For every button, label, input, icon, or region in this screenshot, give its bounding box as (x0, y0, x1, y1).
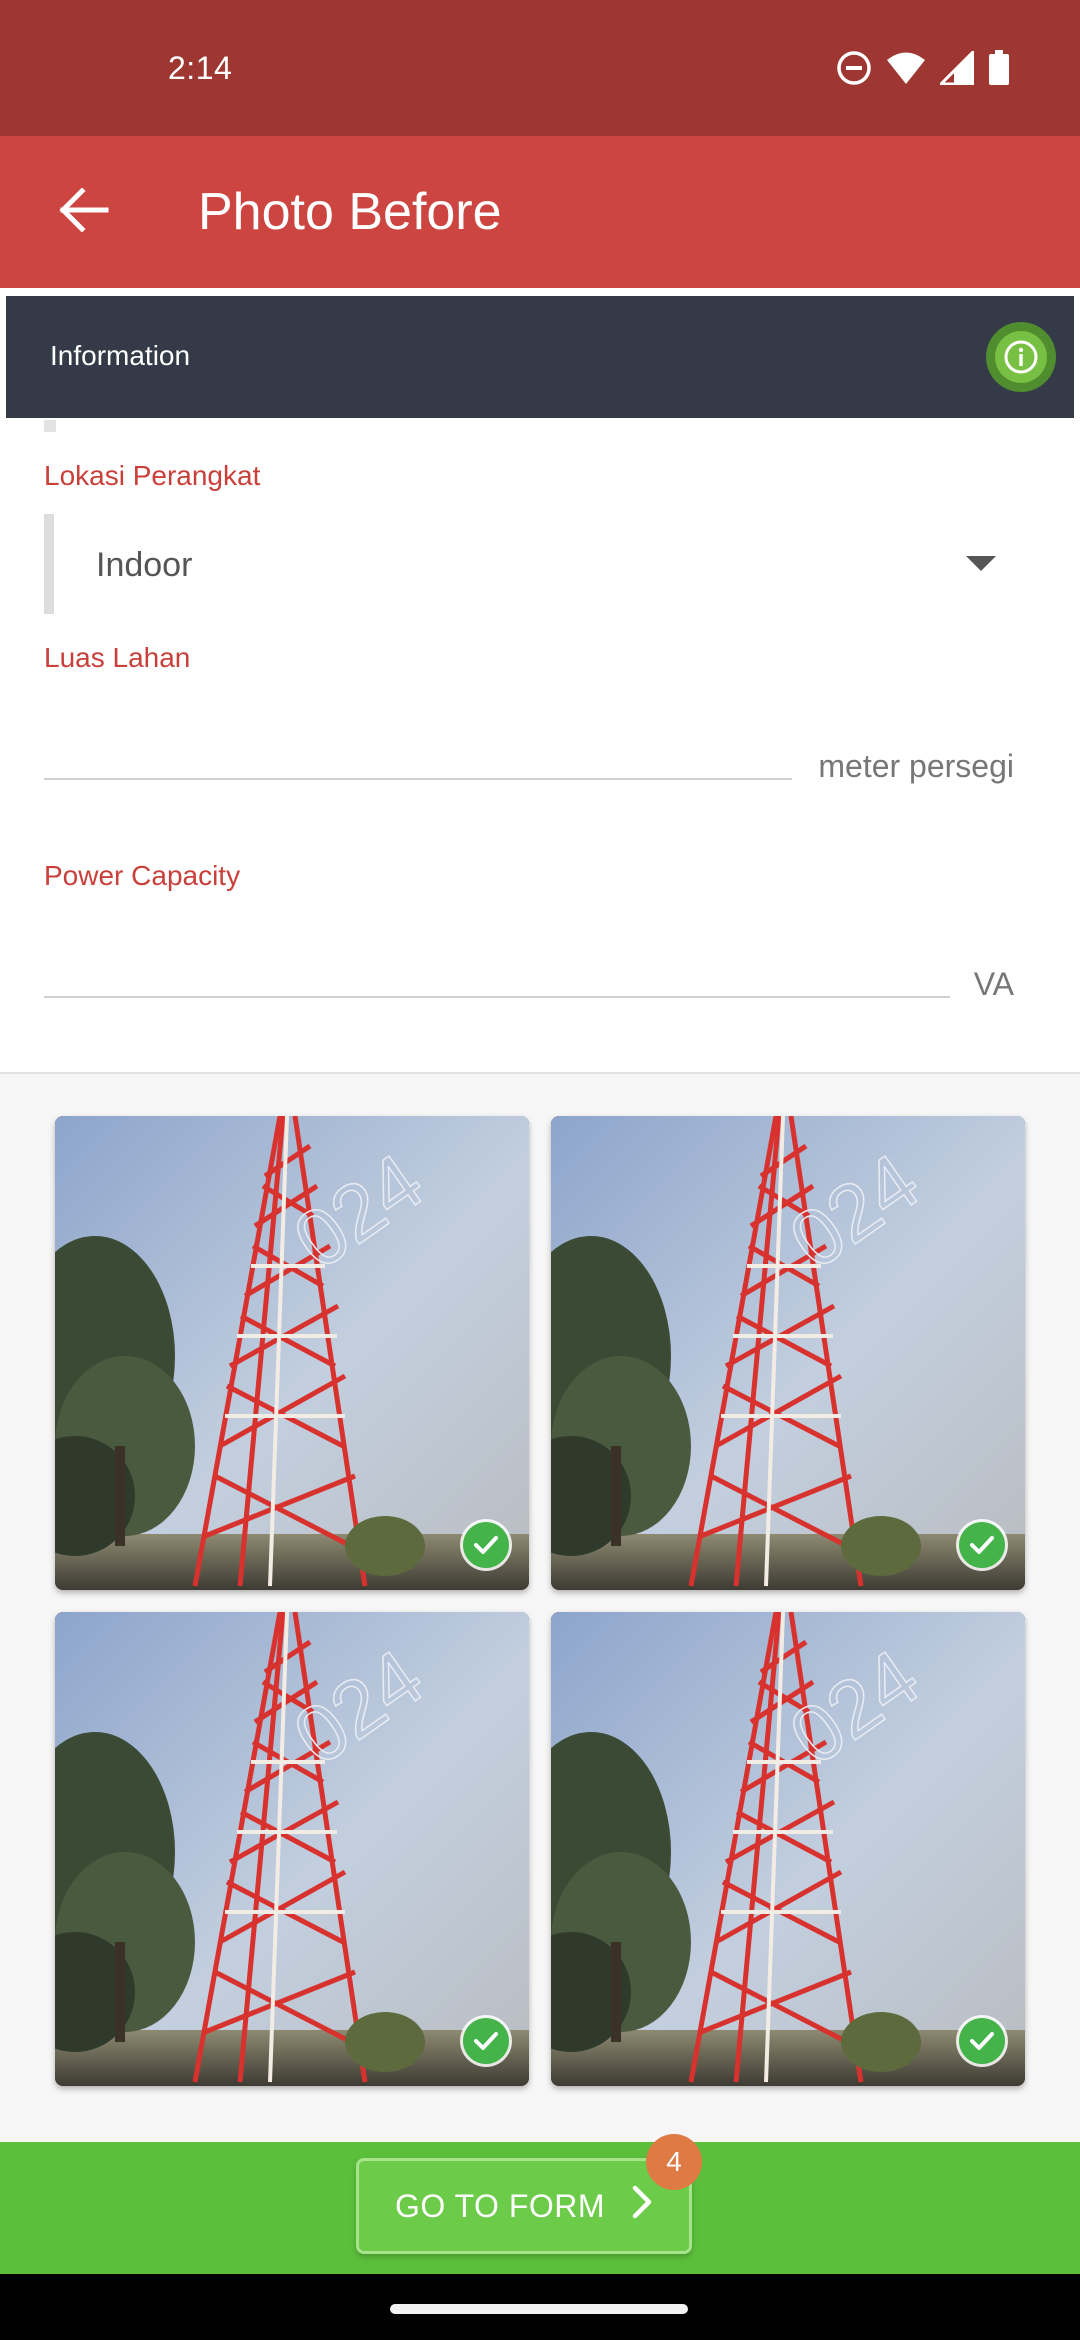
do-not-disturb-icon (836, 50, 872, 91)
information-panel[interactable]: Information (6, 296, 1074, 418)
home-indicator[interactable] (390, 2304, 688, 2314)
dropdown-arrow-icon (966, 556, 996, 571)
app-bar: Photo Before (0, 136, 1080, 288)
system-navigation-bar (0, 2274, 1080, 2340)
tower-photo-image: 024 (55, 1116, 529, 1590)
check-icon (463, 1522, 509, 1568)
check-icon (463, 2018, 509, 2064)
power-capacity-label: Power Capacity (44, 860, 241, 891)
status-bar: 2:14 (0, 0, 1080, 136)
back-button[interactable] (44, 172, 124, 252)
photo-thumbnail-4[interactable]: 024 (551, 1612, 1025, 2086)
arrow-back-icon (59, 186, 109, 237)
wifi-icon (886, 51, 926, 90)
photo-thumbnail-1[interactable]: 024 (55, 1116, 529, 1590)
information-label: Information (50, 340, 191, 371)
photo-thumbnail-2[interactable]: 024 (551, 1116, 1025, 1590)
scroll-indicator (44, 420, 56, 432)
page-title: Photo Before (198, 183, 502, 241)
luas-lahan-unit: meter persegi (818, 748, 1014, 784)
check-icon (959, 1522, 1005, 1568)
form-count-badge: 4 (646, 2134, 702, 2190)
check-icon (959, 2018, 1005, 2064)
status-icons (836, 48, 1010, 91)
bottom-action-bar: GO TO FORM 4 (0, 2134, 1080, 2274)
luas-lahan-input[interactable] (44, 730, 792, 780)
photo-thumbnail-3[interactable]: 024 (55, 1612, 529, 2086)
chevron-right-icon (631, 2185, 653, 2227)
tower-photo-image: 024 (55, 1612, 529, 2086)
go-to-form-label: GO TO FORM (394, 2187, 606, 2224)
luas-lahan-label: Luas Lahan (44, 642, 191, 673)
tower-photo-image: 024 (551, 1116, 1025, 1590)
battery-icon (988, 50, 1010, 91)
signal-icon (937, 48, 975, 90)
lokasi-perangkat-value: Indoor (96, 546, 193, 584)
lokasi-perangkat-select[interactable]: Indoor (44, 514, 1014, 614)
power-capacity-unit: VA (973, 966, 1014, 1002)
go-to-form-button[interactable]: GO TO FORM (356, 2158, 692, 2254)
status-time: 2:14 (168, 50, 233, 86)
info-icon[interactable] (986, 322, 1056, 392)
power-capacity-input[interactable] (44, 948, 950, 998)
lokasi-perangkat-label: Lokasi Perangkat (44, 460, 261, 491)
tower-photo-image: 024 (551, 1612, 1025, 2086)
